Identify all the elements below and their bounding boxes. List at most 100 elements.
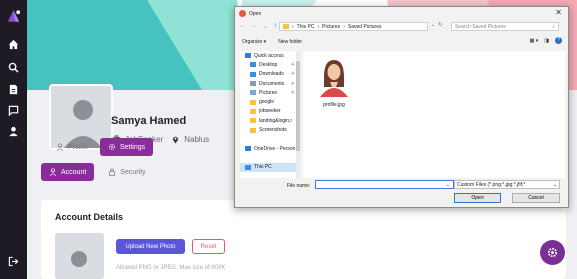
address-bar[interactable]: › This PC › Pictures › Saved Pictures: [279, 22, 428, 31]
cloud-icon: [245, 146, 251, 152]
settings-sub-tabs: Account Security: [41, 163, 150, 181]
tab-settings[interactable]: Settings: [99, 138, 154, 156]
breadcrumb-separator: ›: [343, 23, 345, 30]
logo-icon[interactable]: [6, 9, 21, 23]
folder-icon: [250, 108, 256, 114]
tree-item[interactable]: This PC: [240, 162, 298, 172]
tree-item-label: OneDrive - Person: [254, 145, 296, 152]
pc-icon: [245, 164, 251, 170]
breadcrumb-separator: ›: [317, 23, 320, 30]
navigation-scrollbar[interactable]: [296, 51, 300, 178]
forward-arrow-icon[interactable]: →: [251, 23, 257, 30]
sidebar: [0, 0, 27, 279]
tree-item-label: Quick access: [254, 52, 284, 59]
tree-item-label: landing&login,r: [259, 117, 293, 124]
preview-pane-icon[interactable]: ◨: [544, 38, 549, 44]
chevron-down-icon[interactable]: ⌄: [431, 22, 435, 31]
profile-location: Nablus: [184, 135, 210, 144]
lock-icon: [109, 168, 116, 176]
help-icon[interactable]: ?: [555, 37, 562, 44]
breadcrumb-saved-pictures[interactable]: Saved Pictures: [348, 24, 382, 30]
tree-item-label: This PC: [254, 164, 272, 171]
tab-account-label: Account: [61, 168, 87, 176]
tree-item[interactable]: Quick access: [240, 51, 298, 60]
tree-item-label: Downloads: [259, 71, 284, 78]
new-folder-button[interactable]: New folder: [278, 39, 302, 45]
star-icon: [245, 53, 251, 59]
folder-icon: [250, 99, 256, 105]
settings-fab[interactable]: [540, 240, 565, 265]
tab-settings-label: Settings: [119, 143, 146, 151]
chat-icon[interactable]: [8, 105, 19, 116]
tree-item[interactable]: OneDrive - Person: [240, 144, 298, 153]
file-name-input[interactable]: ⌄: [315, 180, 454, 189]
dialog-title: Open: [249, 11, 262, 17]
file-name-label-text: File name:: [287, 183, 311, 189]
user-outline-icon: [56, 143, 64, 151]
tab-profile[interactable]: Profile: [52, 138, 92, 156]
tab-account[interactable]: Account: [41, 163, 95, 181]
chevron-down-icon[interactable]: ⌄: [263, 23, 268, 30]
folder-icon: [283, 24, 289, 29]
navigation-pane: Quick access Desktop ✈ Downloads ✈ Documents ✈…: [240, 51, 298, 178]
tree-item[interactable]: Pictures ✈: [240, 88, 298, 97]
chevron-down-icon[interactable]: ⌄: [446, 182, 450, 188]
back-arrow-icon[interactable]: ←: [239, 23, 245, 30]
download-icon: [250, 71, 256, 77]
tree-item[interactable]: landing&login,r: [240, 116, 298, 125]
search-box[interactable]: Search Saved Pictures ⌕: [451, 22, 559, 31]
tab-security[interactable]: Security: [104, 163, 149, 181]
tree-item[interactable]: Desktop ✈: [240, 60, 298, 69]
address-bar-buttons: ⌄ ↻: [431, 22, 449, 31]
tree-item-label: jobseeker: [259, 108, 281, 115]
file-type-value: Custom Files (*.png;*.jpg;*.jfif;*: [457, 181, 526, 188]
file-open-dialog: Open ✕ ← → ⌄ ↑ › This PC › Pictures › Sa…: [234, 6, 569, 208]
user-icon[interactable]: [8, 126, 19, 137]
upload-hint: Allowed PNG or JPEG. Max size of 800K: [116, 265, 226, 271]
up-arrow-icon[interactable]: ↑: [274, 23, 277, 30]
refresh-icon[interactable]: ↻: [438, 22, 442, 31]
tab-profile-label: Profile: [68, 143, 88, 151]
profile-name: Samya Hamed: [111, 115, 187, 127]
pin-icon: ✈: [290, 61, 295, 68]
search-placeholder: Search Saved Pictures: [455, 23, 506, 30]
home-icon[interactable]: [8, 39, 19, 50]
logout-icon[interactable]: [8, 256, 19, 267]
chrome-icon: [239, 10, 246, 17]
reset-button[interactable]: Reset: [192, 239, 225, 254]
file-type-select[interactable]: Custom Files (*.png;*.jpg;*.jfif;* ⌄: [454, 180, 560, 189]
tree-item-label: google: [259, 99, 275, 106]
breadcrumb-separator: ›: [292, 23, 294, 30]
pictures-icon: [250, 90, 256, 96]
tree-item[interactable]: Downloads ✈: [240, 70, 298, 79]
open-button[interactable]: Open: [454, 193, 501, 203]
breadcrumb-pictures[interactable]: Pictures: [322, 24, 340, 30]
settings-icon: [108, 143, 115, 151]
folder-icon: [250, 118, 256, 124]
breadcrumb-this-pc[interactable]: This PC: [297, 24, 315, 30]
tree-item[interactable]: Documents ✈: [240, 79, 298, 88]
pin-icon: ✈: [290, 71, 295, 78]
tree-item[interactable]: jobseeker: [240, 107, 298, 116]
dialog-toolbar: Organize ▾ New folder ▦ ▾ ◨ ?: [242, 37, 562, 47]
search-icon[interactable]: [8, 62, 19, 73]
dialog-close-button[interactable]: ✕: [555, 8, 562, 17]
folder-icon: [250, 127, 256, 133]
tree-item[interactable]: Screenshots: [240, 125, 298, 134]
tree-item[interactable]: google: [240, 97, 298, 106]
account-details-card: Account Details Upload New Photo Reset A…: [41, 200, 566, 279]
cancel-button[interactable]: Cancel: [512, 193, 560, 203]
tree-item-label: Desktop: [259, 61, 278, 68]
profile-tabs: Profile Settings: [52, 138, 154, 156]
documents-icon: [250, 81, 256, 87]
search-icon: ⌕: [552, 23, 555, 30]
file-item[interactable]: profile.jpg: [314, 55, 354, 115]
organize-menu[interactable]: Organize ▾: [242, 39, 266, 45]
tree-item-label: Screenshots: [259, 127, 287, 134]
upload-photo-button[interactable]: Upload New Photo: [116, 239, 185, 254]
user-outline-icon: [49, 168, 57, 176]
view-options-icon[interactable]: ▦ ▾: [530, 38, 539, 44]
desktop-icon: [250, 62, 256, 68]
document-icon[interactable]: [8, 84, 19, 95]
